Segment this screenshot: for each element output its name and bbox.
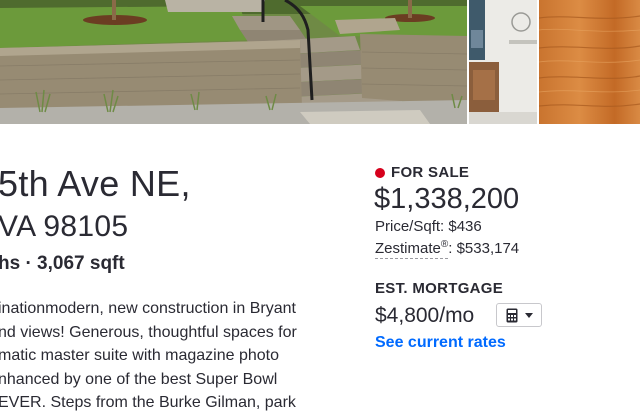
listing-photo-interior[interactable] [469,0,537,124]
listing-photo-wood[interactable] [539,0,640,124]
est-mortgage-value: $4,800/mo [375,304,475,327]
wood-panel-photo [539,15,640,107]
status-label: FOR SALE [391,164,470,181]
zestimate-label[interactable]: Zestimate® [375,240,449,259]
description-line: inationmodern, new construction in Bryan… [0,300,296,317]
description-line: nd views! Generous, thoughtful spaces fo… [0,323,297,341]
description-line: EVER. Steps from the Burke Gilman, park [0,394,296,411]
address-zip: A 98105 [16,210,129,243]
description-line: nhanced by one of the best Super Bowl [0,370,278,388]
yard-photo [0,0,467,124]
zestimate: Zestimate®: $533,174 [375,239,519,259]
status-dot-icon [375,167,385,178]
calculator-icon [506,308,517,322]
address-street: 5th Ave NE, [0,163,191,204]
address-state-partial: V [0,210,17,243]
mortgage-calculator-button[interactable] [496,303,542,327]
listing-status: FOR SALE [375,164,469,181]
listing-description: inationmodern, new construction in Bryan… [0,297,297,415]
listing-photo-main[interactable] [0,0,467,124]
beds-baths-sqft: hs · 3,067 sqft [0,253,125,274]
description-line: matic master suite with magazine photo [0,347,280,364]
caret-down-icon [524,312,533,318]
photo-carousel[interactable] [0,0,640,124]
see-current-rates-link[interactable]: See current rates [375,334,506,352]
interior-photo [469,0,537,124]
listing-price: $1,338,200 [374,183,520,215]
address-city-zip: VA 98105 [0,210,128,244]
price-per-sqft: Price/Sqft: $436 [375,218,482,235]
est-mortgage-title: EST. MORTGAGE [375,280,504,297]
zestimate-value: : $533,174 [448,240,520,257]
zestimate-label-text: Zestimate [375,240,441,257]
